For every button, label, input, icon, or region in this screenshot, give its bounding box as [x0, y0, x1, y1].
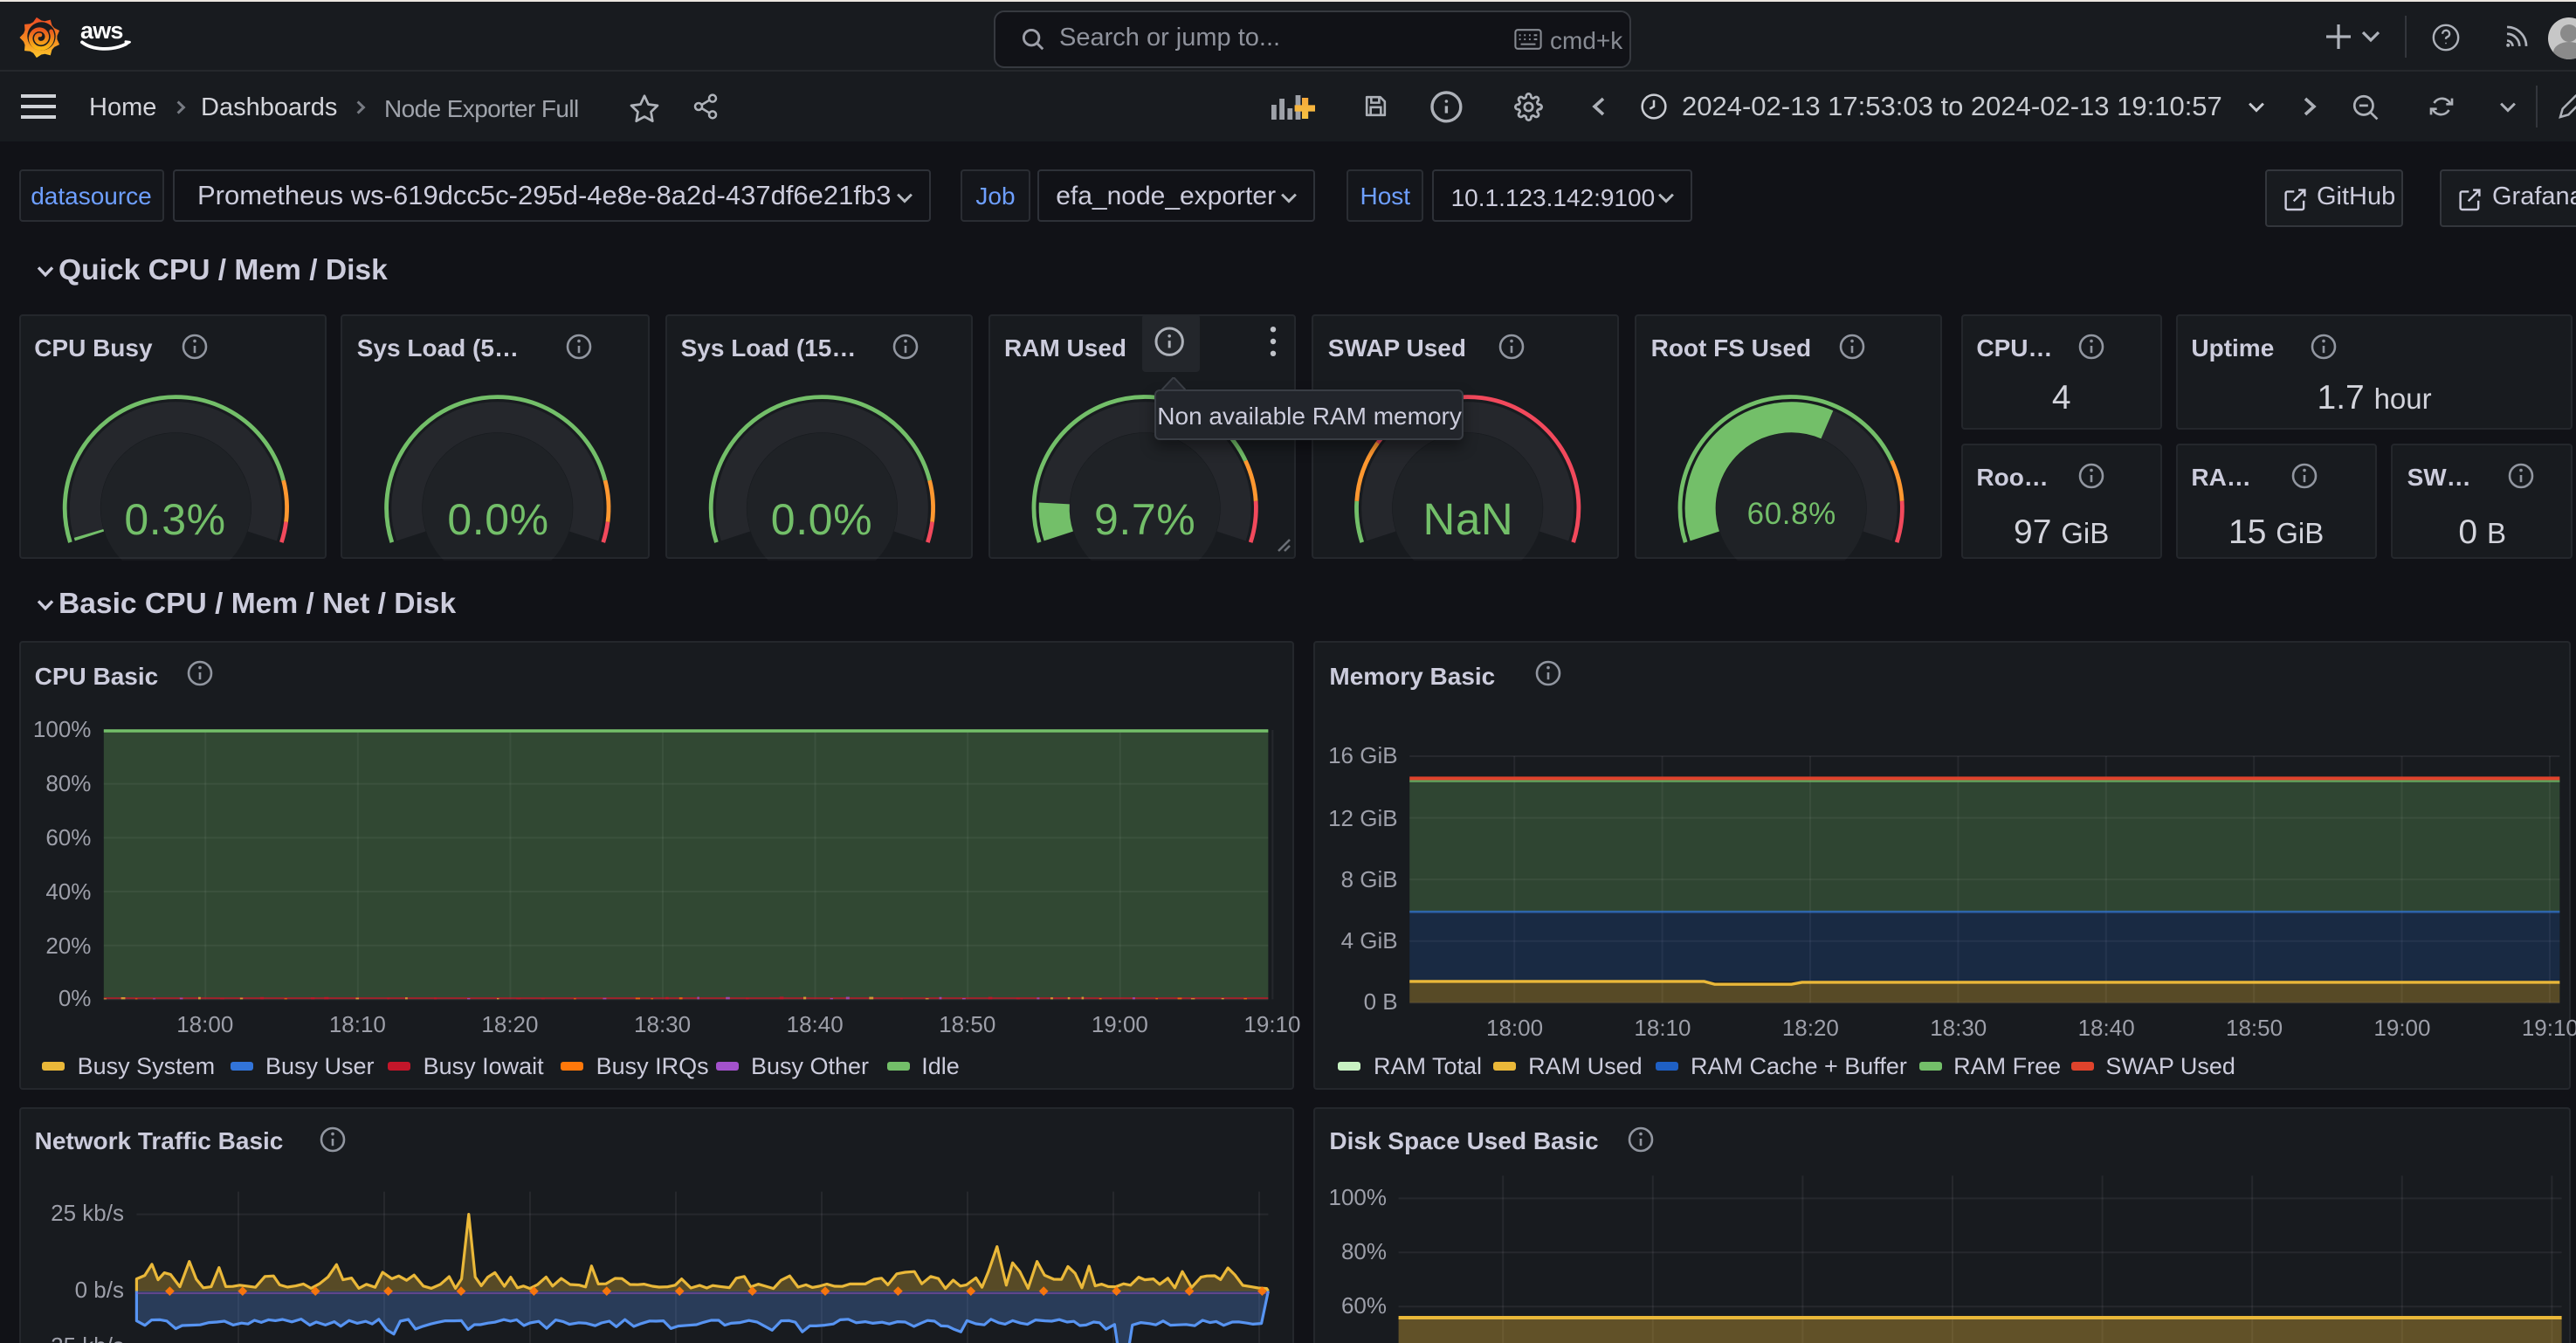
svg-text:aws: aws: [79, 21, 122, 44]
